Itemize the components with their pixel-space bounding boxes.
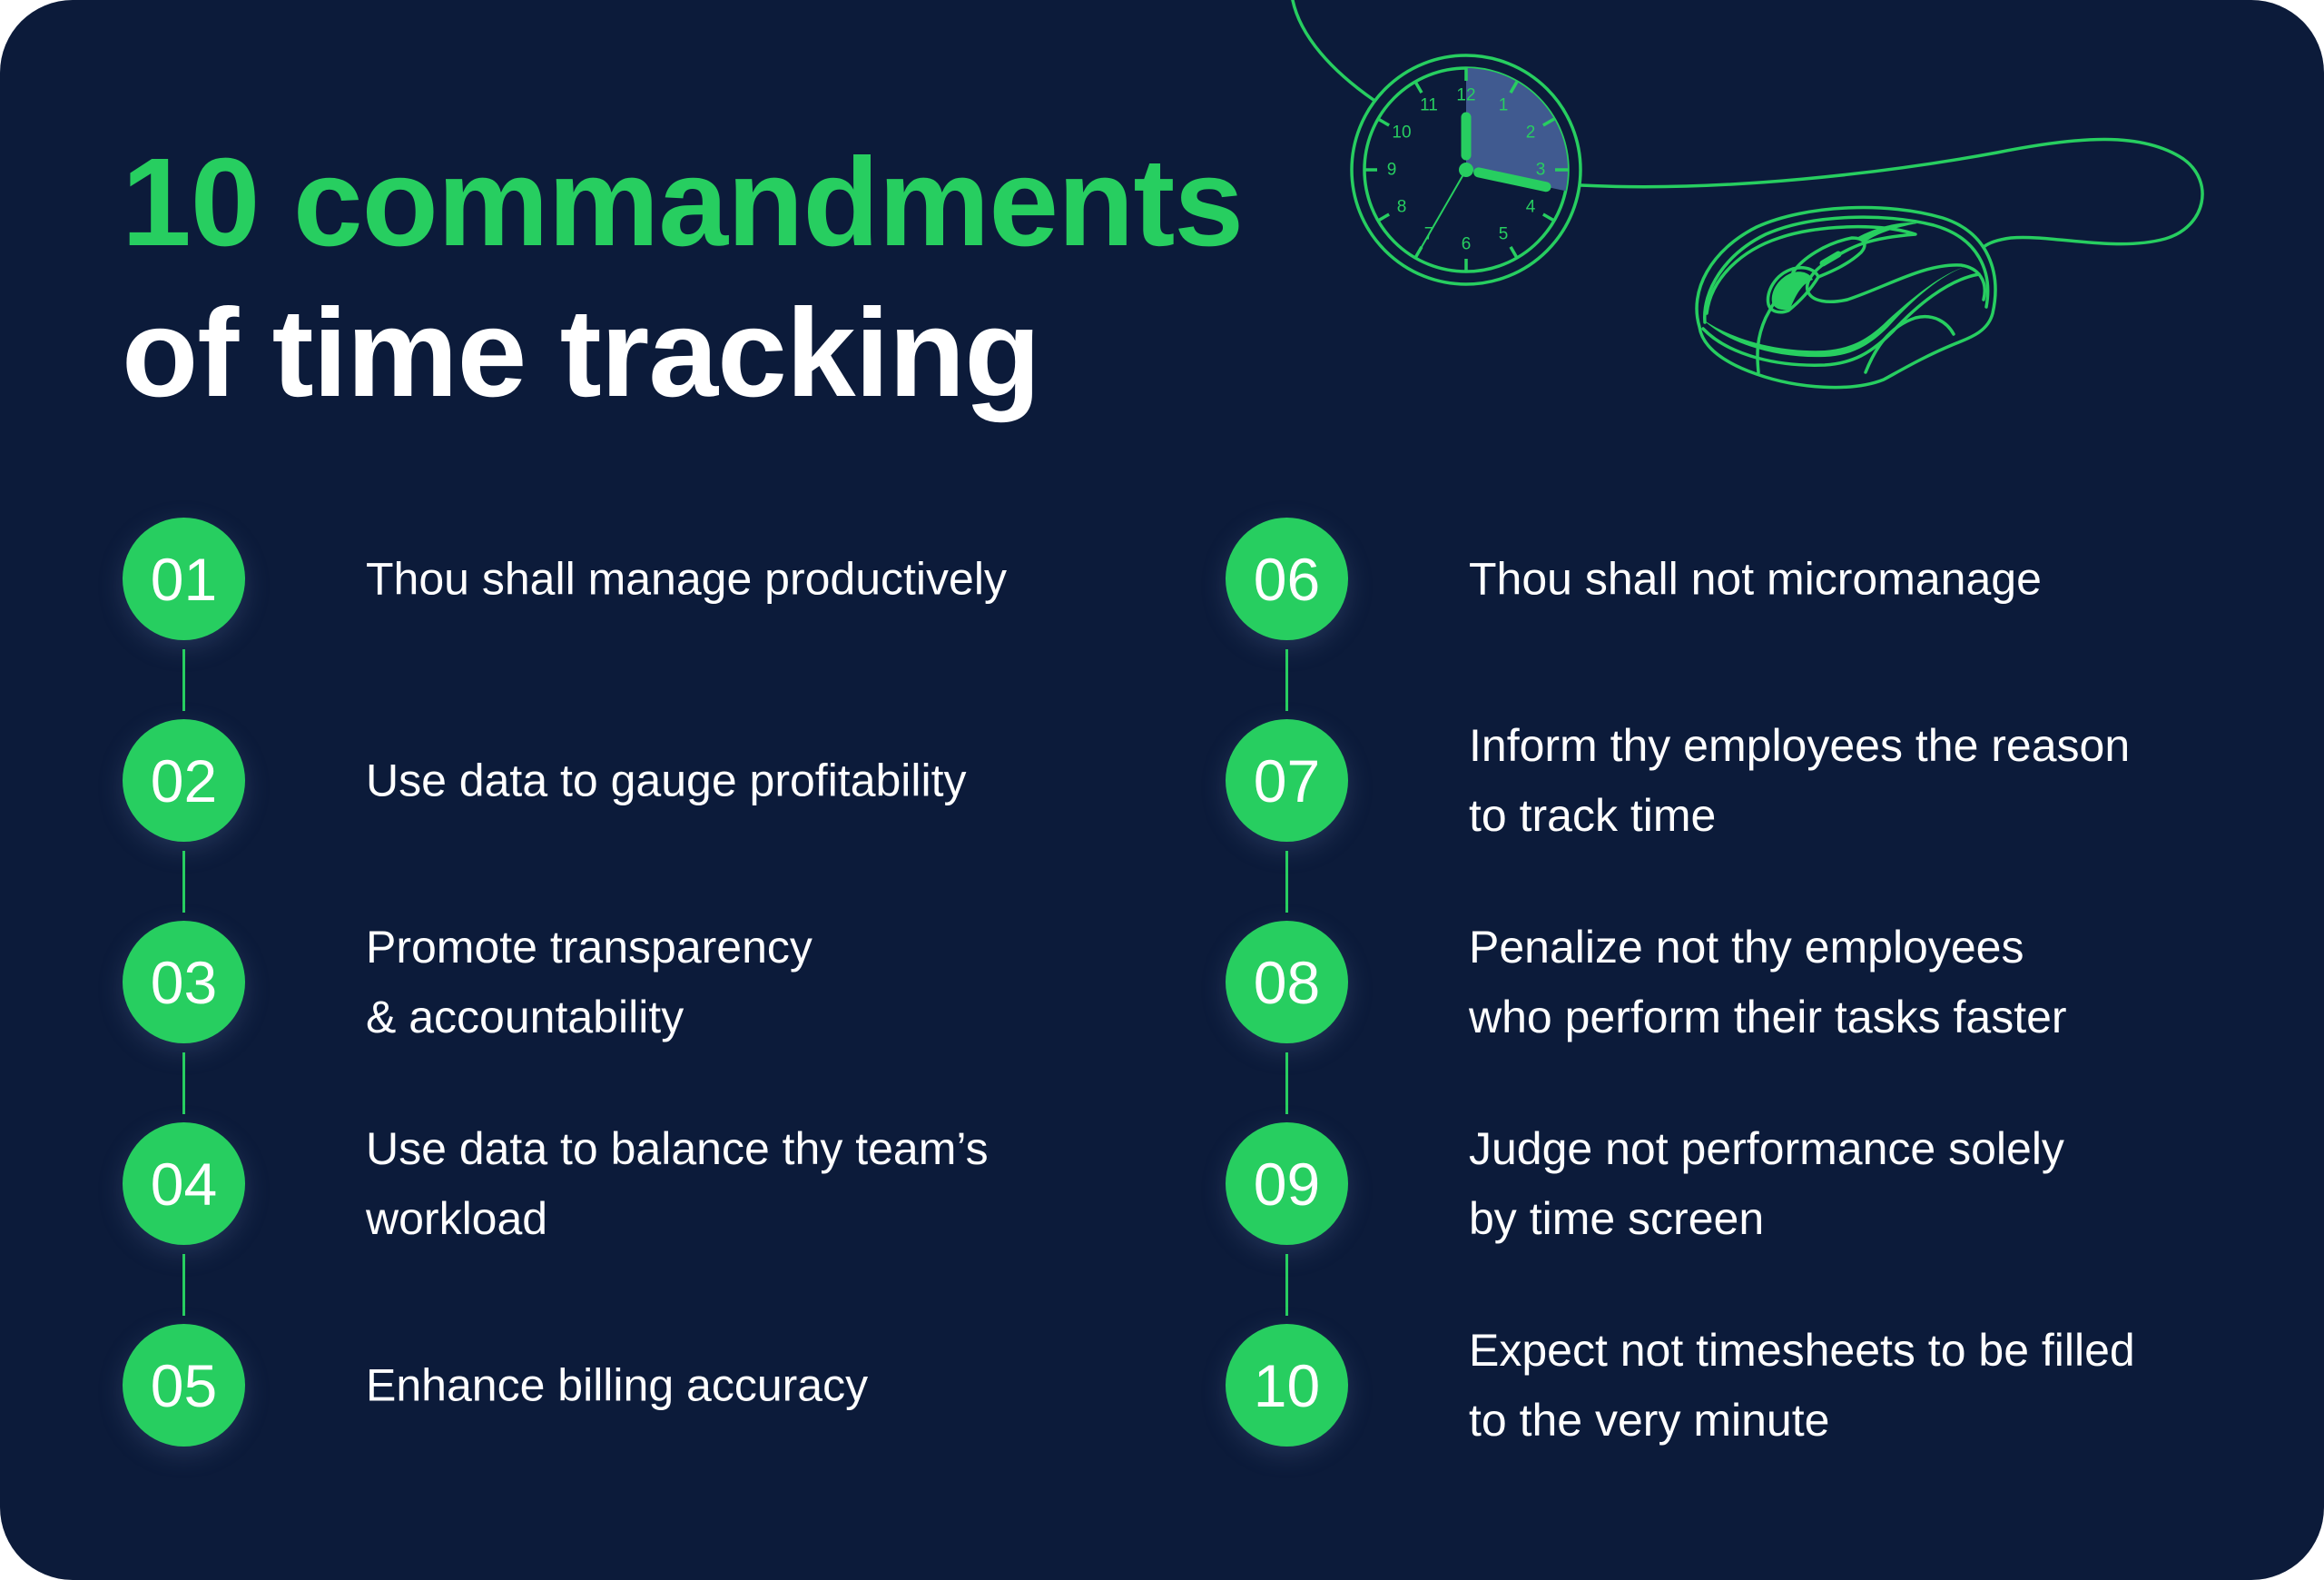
commandment-item: 06 Thou shall not micromanage <box>1226 518 2270 640</box>
clock-tick <box>1541 117 1555 127</box>
clock-elapsed-wedge <box>1466 68 1568 192</box>
number-badge: 07 <box>1226 719 1348 842</box>
clock-numeral: 10 <box>1392 123 1411 143</box>
commandment-text: Enhance billing accuracy <box>366 1359 869 1410</box>
number-badge: 05 <box>123 1324 245 1447</box>
page-title: 10 commandments of time tracking <box>122 127 1244 429</box>
clock-tick <box>1377 212 1391 222</box>
clock-numeral: 6 <box>1462 235 1472 254</box>
timeline-connector <box>182 851 185 913</box>
timeline-connector <box>182 1254 185 1316</box>
title-line-accent: 10 commandments <box>122 133 1244 272</box>
commandment-item: 02 Use data to gauge profitability <box>123 719 1167 842</box>
clock-tick <box>1413 245 1423 259</box>
commandment-text: Expect not timesheets to be filled to th… <box>1469 1324 2135 1446</box>
cable-top <box>1291 0 1375 102</box>
commandment-text: Thou shall not micromanage <box>1469 553 2042 604</box>
clock-numeral: 11 <box>1420 95 1438 114</box>
timeline-connector <box>1285 1254 1288 1316</box>
commandment-text: Inform thy employees the reason to track… <box>1469 719 2131 841</box>
clock-numeral: 2 <box>1526 123 1536 143</box>
number-badge: 01 <box>123 518 245 640</box>
commandment-text: Penalize not thy employees who perform t… <box>1469 921 2067 1042</box>
clock-numeral: 5 <box>1499 225 1509 244</box>
clock-numerals: 121234567891011 <box>1387 86 1546 254</box>
commandment-text: Thou shall manage productively <box>366 553 1007 604</box>
commandment-text: Use data to gauge profitability <box>366 755 967 805</box>
commandment-item: 08 Penalize not thy employees who perform… <box>1226 921 2270 1043</box>
number-badge: 10 <box>1226 1324 1348 1447</box>
clock-second-hand <box>1414 169 1467 259</box>
commandment-text: Promote transparency & accountability <box>366 921 812 1042</box>
commandment-item: 10 Expect not timesheets to be filled to … <box>1226 1324 2270 1447</box>
clock-tick <box>1509 81 1519 94</box>
commandment-item: 03 Promote transparency & accountability <box>123 921 1167 1043</box>
number-badge: 09 <box>1226 1122 1348 1245</box>
number-badge: 02 <box>123 719 245 842</box>
clock-numeral: 1 <box>1499 95 1509 114</box>
number-badge: 06 <box>1226 518 1348 640</box>
clock-minute-hand <box>1473 167 1551 193</box>
clock-pivot <box>1459 163 1473 177</box>
commandment-item: 01 Thou shall manage productively <box>123 518 1167 640</box>
clock-tick <box>1413 81 1423 94</box>
timeline-connector <box>1285 1052 1288 1114</box>
clock-icon: 121234567891011 <box>1350 54 1582 286</box>
title-line-main: of time tracking <box>122 283 1041 423</box>
clock-numeral: 3 <box>1536 161 1546 180</box>
number-badge: 03 <box>123 921 245 1043</box>
number-badge: 04 <box>123 1122 245 1245</box>
cable-loop <box>1579 137 2204 249</box>
timeline-connector <box>182 1052 185 1114</box>
timeline-connector <box>1285 851 1288 913</box>
timeline-connector <box>1285 649 1288 711</box>
clock-ticks <box>1364 68 1568 272</box>
commandment-text: Use data to balance thy team’s workload <box>366 1122 989 1244</box>
clock-numeral: 8 <box>1397 198 1407 217</box>
number-badge: 08 <box>1226 921 1348 1043</box>
commandment-item: 04 Use data to balance thy team’s workloa… <box>123 1122 1167 1245</box>
clock-tick <box>1541 212 1555 222</box>
commandment-item: 07 Inform thy employees the reason to tra… <box>1226 719 2270 842</box>
infographic-card: 10 commandments of time tracking 12 1 2 3 4 5… <box>0 0 2324 1580</box>
computer-mouse-icon <box>1695 205 1997 390</box>
clock-tick <box>1509 245 1519 259</box>
clock-numeral: 4 <box>1526 198 1536 217</box>
clock-numeral: 7 <box>1424 225 1434 244</box>
timeline-connector <box>182 649 185 711</box>
commandment-item: 09 Judge not performance solely by time s… <box>1226 1122 2270 1245</box>
commandment-text: Judge not performance solely by time scr… <box>1469 1122 2064 1244</box>
clock-numeral: 12 <box>1456 86 1475 105</box>
clock-numeral: 9 <box>1387 161 1397 180</box>
commandment-item: 05 Enhance billing accuracy <box>123 1324 1167 1447</box>
clock-tick <box>1377 117 1391 127</box>
